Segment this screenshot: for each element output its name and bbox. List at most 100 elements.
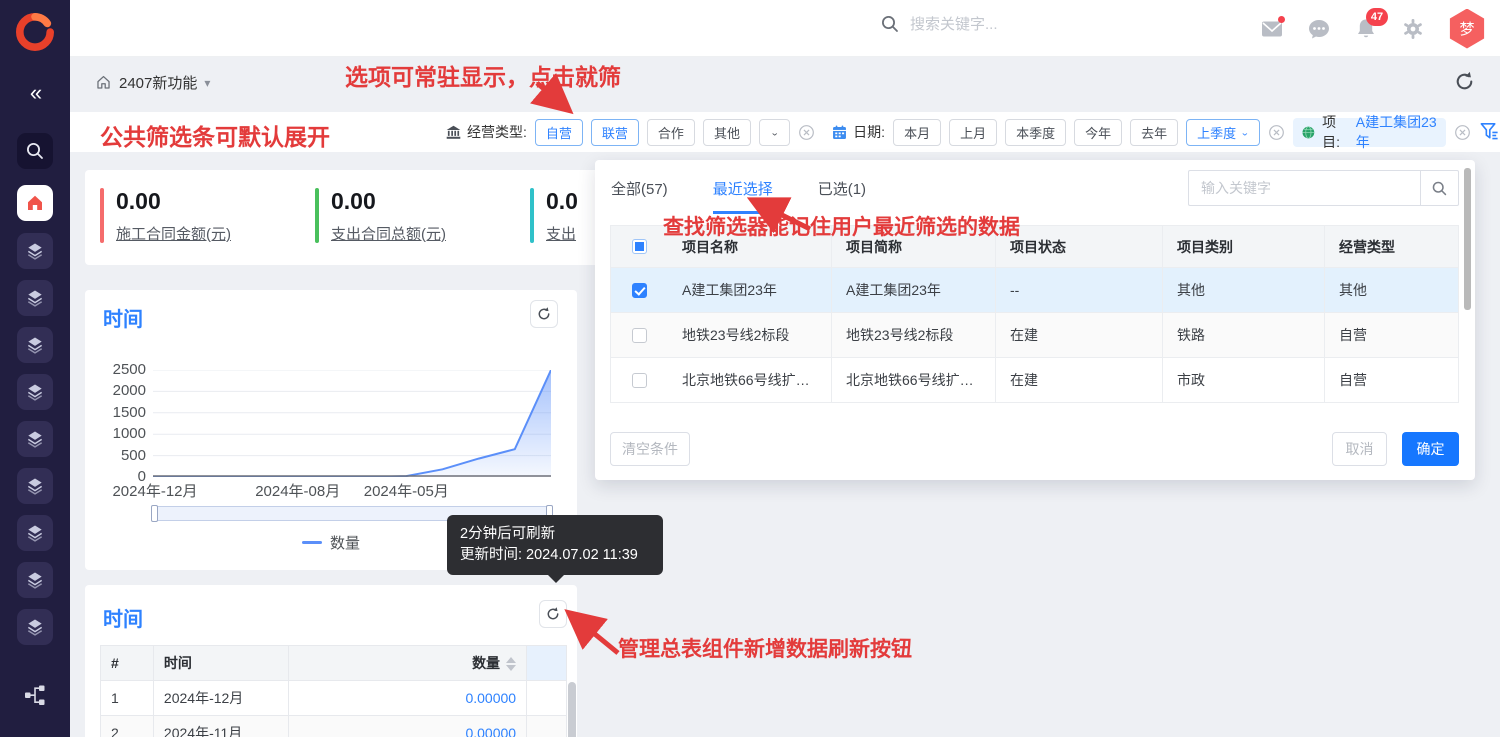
filter-date-this-quarter[interactable]: 本季度 [1005, 119, 1066, 146]
tab-all[interactable]: 全部(57) [611, 178, 668, 214]
global-search[interactable] [880, 14, 1130, 34]
project-filter-tag[interactable]: 项目: A建工集团23年 [1293, 118, 1446, 147]
clear-conditions-button[interactable]: 清空条件 [610, 432, 690, 466]
x-tick-label: 2024年-12月 [95, 480, 215, 501]
col-qty-header[interactable]: 数量 [289, 646, 527, 681]
sidebar: « [0, 0, 70, 737]
row-checkbox-checked[interactable] [632, 283, 647, 298]
table-row[interactable]: 2 2024年-11月 0.00000 [101, 716, 567, 737]
row-checkbox[interactable] [632, 328, 647, 343]
bank-icon [445, 124, 462, 141]
clear-project-filter-icon[interactable] [1454, 124, 1471, 141]
project-table: 项目名称 项目简称 项目状态 项目类别 经营类型 A建工集团23年 A建工集团2… [610, 225, 1459, 403]
chevron-down-icon: ▾ [204, 76, 210, 90]
sidebar-item-home[interactable] [17, 185, 53, 221]
stat-label[interactable]: 支出合同总额(元) [331, 223, 446, 244]
chat-icon[interactable] [1307, 17, 1331, 41]
app-window: « 47 梦 2407新功能 ▾ [0, 0, 1500, 737]
sidebar-item-module[interactable] [17, 421, 53, 457]
row-checkbox[interactable] [632, 373, 647, 388]
cell-project-name: 北京地铁66号线扩能... [668, 358, 832, 402]
filter-business-more-button[interactable]: ⌄ [759, 119, 790, 146]
filter-date-this-year[interactable]: 今年 [1074, 119, 1122, 146]
sidebar-share-icon[interactable] [23, 683, 47, 707]
cell-business-type: 自营 [1325, 313, 1459, 357]
project-value[interactable]: A建工集团23年 [1356, 112, 1438, 152]
sort-icon[interactable] [506, 657, 516, 671]
inbox-icon[interactable] [1260, 17, 1284, 41]
confirm-button[interactable]: 确定 [1402, 432, 1459, 466]
business-type-label: 经营类型: [445, 122, 527, 142]
user-avatar[interactable]: 梦 [1448, 9, 1486, 49]
app-logo-icon [16, 13, 54, 51]
cell-business-type: 其他 [1325, 268, 1459, 312]
clear-business-filter-icon[interactable] [798, 124, 815, 141]
page-refresh-button[interactable] [1453, 70, 1479, 96]
globe-icon [1301, 124, 1316, 141]
cell-project-category: 其他 [1163, 268, 1325, 312]
time-table-card: 时间 # 时间 数量 1 2024年-12月 0.00000 2 2024年-1… [85, 585, 577, 737]
settings-gear-icon[interactable] [1401, 17, 1425, 41]
datazoom-left-handle[interactable] [151, 505, 158, 522]
cancel-button[interactable]: 取消 [1332, 432, 1387, 466]
tooltip-line2: 更新时间: 2024.07.02 11:39 [460, 545, 650, 566]
date-label: 日期: [831, 122, 885, 142]
cell-qty[interactable]: 0.00000 [289, 681, 527, 716]
sidebar-item-module[interactable] [17, 233, 53, 269]
sidebar-item-module[interactable] [17, 374, 53, 410]
annotation-arrow [740, 192, 830, 240]
filter-business-ziying[interactable]: 自营 [535, 119, 583, 146]
filter-funnel-icon[interactable] [1479, 121, 1500, 143]
sidebar-collapse-button[interactable]: « [0, 80, 70, 106]
filter-business-qita[interactable]: 其他 [703, 119, 751, 146]
x-tick-label: 2024年-05月 [346, 480, 466, 501]
filter-business-hezuo[interactable]: 合作 [647, 119, 695, 146]
table-row[interactable]: 1 2024年-12月 0.00000 [101, 681, 567, 716]
chevron-down-icon: ⌄ [770, 127, 779, 137]
breadcrumb[interactable]: 2407新功能 ▾ [95, 72, 210, 93]
chart-refresh-button[interactable] [530, 300, 558, 328]
filter-date-last-year[interactable]: 去年 [1130, 119, 1178, 146]
cell-qty[interactable]: 0.00000 [289, 716, 527, 737]
cell-project-short: 北京地铁66号线扩能... [832, 358, 996, 402]
chart-title: 时间 [103, 303, 143, 332]
home-icon [95, 74, 112, 91]
select-all-cell[interactable] [610, 226, 668, 267]
select-all-checkbox[interactable] [632, 239, 647, 254]
breadcrumb-title: 2407新功能 [119, 72, 197, 93]
sidebar-item-search[interactable] [17, 133, 53, 169]
sidebar-item-module[interactable] [17, 609, 53, 645]
notification-badge: 47 [1366, 8, 1388, 26]
notification-bell-icon[interactable]: 47 [1354, 17, 1378, 41]
stat-label[interactable]: 施工合同金额(元) [116, 223, 231, 244]
filter-date-last-quarter[interactable]: 上季度⌄ [1186, 119, 1260, 146]
cell-project-category: 铁路 [1163, 313, 1325, 357]
sidebar-item-module[interactable] [17, 515, 53, 551]
refresh-tooltip: 2分钟后可刷新 更新时间: 2024.07.02 11:39 [447, 515, 663, 575]
sidebar-item-module[interactable] [17, 468, 53, 504]
cell-project-status: -- [996, 268, 1163, 312]
filter-date-last-month[interactable]: 上月 [949, 119, 997, 146]
filter-date-this-month[interactable]: 本月 [893, 119, 941, 146]
header-project-category: 项目类别 [1163, 226, 1325, 267]
project-row-selected[interactable]: A建工集团23年 A建工集团23年 -- 其他 其他 [610, 268, 1459, 313]
stat-label[interactable]: 支出 [546, 223, 578, 244]
table-scrollbar-thumb[interactable] [568, 682, 576, 737]
keyword-search-input[interactable] [1188, 170, 1420, 206]
header-project-status: 项目状态 [996, 226, 1163, 267]
sidebar-item-module[interactable] [17, 327, 53, 363]
keyword-search-button[interactable] [1420, 170, 1459, 206]
panel-scrollbar-thumb[interactable] [1464, 168, 1471, 310]
y-tick-label: 2000 [91, 382, 146, 399]
project-row[interactable]: 地铁23号线2标段 地铁23号线2标段 在建 铁路 自营 [610, 313, 1459, 358]
annotation-arrow [527, 76, 579, 120]
sidebar-item-module[interactable] [17, 280, 53, 316]
cell-time: 2024年-11月 [154, 716, 289, 737]
sidebar-item-module[interactable] [17, 562, 53, 598]
global-search-input[interactable] [910, 16, 1130, 33]
project-row[interactable]: 北京地铁66号线扩能... 北京地铁66号线扩能... 在建 市政 自营 [610, 358, 1459, 403]
filter-business-lianying[interactable]: 联营 [591, 119, 639, 146]
stat-color-bar [530, 188, 534, 243]
clear-date-filter-icon[interactable] [1268, 124, 1285, 141]
search-icon [880, 14, 900, 34]
